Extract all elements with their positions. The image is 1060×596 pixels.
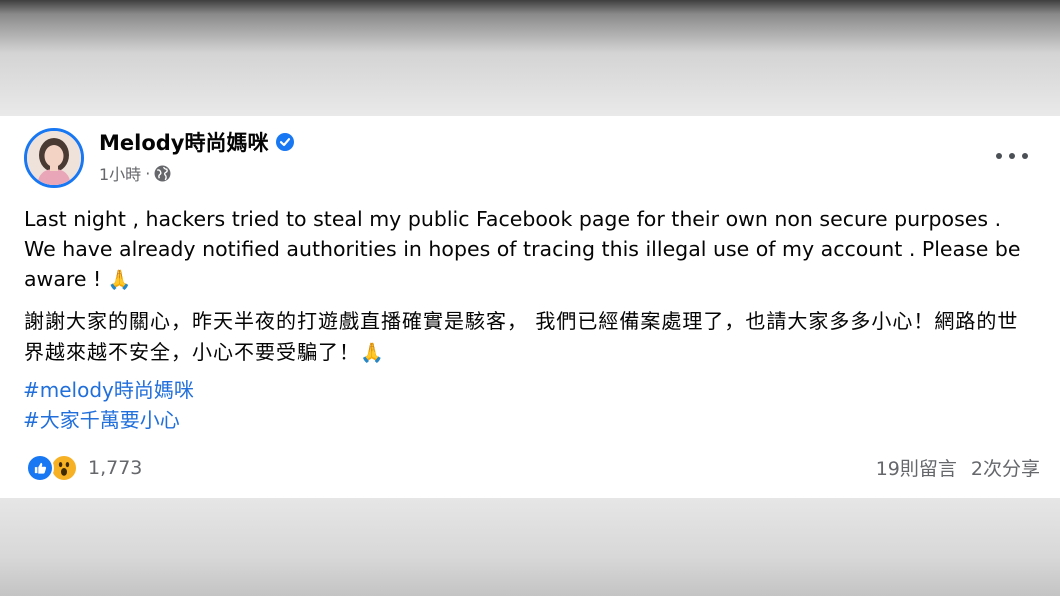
more-options-icon[interactable] — [996, 146, 1028, 166]
dot-icon — [996, 153, 1002, 159]
comments-count[interactable]: 19則留言 — [876, 454, 957, 481]
post-timestamp[interactable]: 1小時 — [99, 161, 141, 185]
dot-icon — [1009, 153, 1015, 159]
post-body-chinese: 謝謝大家的關心，昨天半夜的打遊戲直播確實是駭客， 我們已經備案處理了，也請大家多… — [24, 306, 1024, 369]
praying-hands-emoji: 🙏 — [107, 269, 132, 291]
background-bottom — [0, 498, 1060, 596]
reaction-count: 1,773 — [88, 457, 143, 479]
post-body-english: Last night , hackers tried to steal my p… — [24, 204, 1034, 295]
hashtag-list: #melody時尚媽咪 #大家千萬要小心 — [23, 375, 194, 435]
post-body-chinese-text: 謝謝大家的關心，昨天半夜的打遊戲直播確實是駭客， 我們已經備案處理了，也請大家多… — [24, 309, 1019, 364]
wow-icon — [50, 454, 78, 482]
hashtag-link[interactable]: #melody時尚媽咪 — [23, 375, 194, 405]
avatar[interactable] — [24, 128, 84, 188]
reactions-summary[interactable]: 1,773 — [26, 454, 142, 482]
globe-icon — [154, 165, 171, 181]
engagement-stats: 19則留言 2次分享 — [876, 454, 1040, 481]
verified-badge-icon — [275, 133, 294, 151]
post-meta: 1小時 · — [99, 162, 171, 184]
post-body-english-text: Last night , hackers tried to steal my p… — [24, 207, 1021, 291]
post-author: Melody時尚媽咪 — [99, 128, 294, 156]
praying-hands-emoji: 🙏 — [360, 342, 385, 364]
author-name[interactable]: Melody時尚媽咪 — [99, 127, 269, 157]
post-footer: 1,773 19則留言 2次分享 — [0, 452, 1060, 482]
hashtag-link[interactable]: #大家千萬要小心 — [23, 405, 194, 435]
dot-icon — [1022, 153, 1028, 159]
like-icon — [26, 454, 54, 482]
shares-count[interactable]: 2次分享 — [971, 454, 1040, 481]
meta-separator: · — [145, 163, 151, 183]
background-top — [0, 0, 1060, 118]
post-card: Melody時尚媽咪 1小時 · Last night , hackers tr… — [0, 116, 1060, 498]
